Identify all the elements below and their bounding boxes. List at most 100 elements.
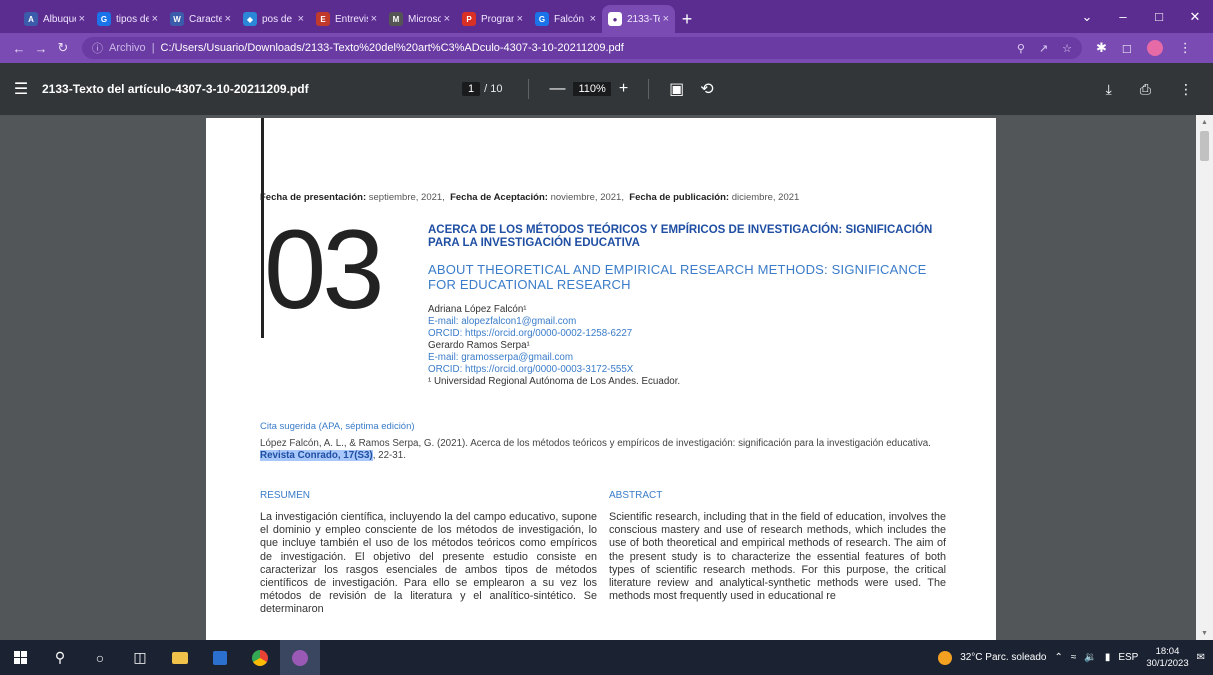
tab-favicon-icon: W — [170, 12, 184, 26]
share-icon[interactable]: ↗ — [1039, 42, 1048, 55]
tab-label: pos de — [262, 13, 293, 25]
tab-close-icon[interactable]: × — [663, 13, 669, 25]
tab-label: Falcón (20 — [554, 13, 587, 25]
browser-tab[interactable]: G Falcón (20× — [529, 5, 602, 33]
browser-tab[interactable]: M Microsoft× — [383, 5, 456, 33]
task-view-icon[interactable]: ◫ — [120, 640, 160, 675]
tab-close-icon[interactable]: × — [371, 13, 377, 25]
menu-icon[interactable]: ☰ — [0, 79, 42, 99]
scroll-down-arrow-icon[interactable]: ▼ — [1201, 630, 1208, 637]
author-email-link[interactable]: gramosserpa@gmail.com — [461, 352, 573, 363]
tray-chevron-icon[interactable]: ⌃ — [1054, 652, 1062, 663]
author-name: Adriana López Falcón¹ — [428, 304, 527, 315]
cortana-icon[interactable]: ○ — [80, 640, 120, 675]
zoom-icon[interactable]: ⚲ — [1017, 42, 1025, 55]
browser-tab[interactable]: P Programa× — [456, 5, 529, 33]
tab-close-icon[interactable]: × — [298, 13, 304, 25]
orcid-link[interactable]: https://orcid.org/0000-0003-3172-555X — [465, 364, 633, 375]
tab-close-icon[interactable]: × — [590, 13, 596, 25]
tab-close-icon[interactable]: × — [444, 13, 450, 25]
weather-sun-icon[interactable] — [938, 650, 953, 665]
zoom-in-button[interactable]: + — [619, 80, 628, 98]
tab-favicon-icon: P — [462, 12, 476, 26]
tab-label: 2133-Tex — [627, 13, 660, 25]
zoom-out-button[interactable]: — — [549, 80, 565, 98]
resumen-text: La investigación científica, incluyendo … — [260, 511, 597, 616]
fit-page-icon[interactable]: ▣ — [669, 79, 684, 99]
tab-favicon-icon: G — [97, 12, 111, 26]
resumen-heading: RESUMEN — [260, 490, 311, 501]
close-window-button[interactable]: ✕ — [1177, 9, 1213, 25]
volume-icon[interactable]: 🔉 — [1084, 652, 1096, 663]
browser-menu-icon[interactable]: ⋮ — [1179, 40, 1192, 56]
browser-tab[interactable]: Gtipos de × — [91, 5, 164, 33]
abstract-text: Scientific research, including that in t… — [609, 511, 946, 603]
vertical-scrollbar[interactable]: ▲ ▼ — [1196, 115, 1213, 640]
bookmark-star-icon[interactable]: ☆ — [1062, 42, 1072, 55]
citation-heading: Cita sugerida (APA, séptima edición) — [260, 421, 415, 432]
pdf-page: Fecha de presentación: septiembre, 2021,… — [206, 118, 996, 640]
search-icon[interactable]: ⚲ — [40, 640, 80, 675]
author-email-link[interactable]: alopezfalcon1@gmail.com — [461, 316, 576, 327]
more-options-icon[interactable]: ⋮ — [1179, 81, 1193, 98]
title-english: ABOUT THEORETICAL AND EMPIRICAL RESEARCH… — [428, 262, 927, 292]
back-arrow-icon[interactable]: ← — [8, 41, 30, 56]
scrollbar-thumb[interactable] — [1200, 131, 1209, 161]
browser-tab[interactable]: ● 2133-Tex× — [602, 5, 675, 33]
tab-close-icon[interactable]: × — [152, 13, 158, 25]
zoom-input[interactable]: 110% — [573, 82, 611, 96]
tab-label: Microsoft — [408, 13, 441, 25]
info-icon[interactable]: ⓘ — [92, 40, 103, 56]
language-indicator[interactable]: ESP — [1118, 652, 1138, 663]
battery-icon[interactable]: ▮ — [1105, 652, 1111, 663]
network-icon[interactable]: ≈ — [1071, 652, 1077, 663]
tab-search-icon[interactable]: ⌄ — [1069, 9, 1105, 25]
window-controls: ⌄ – □ ✕ — [1069, 0, 1213, 33]
tab-close-icon[interactable]: × — [79, 13, 85, 25]
browser-tab[interactable]: A Albuquerque× — [18, 5, 91, 33]
tab-label: Entrevista — [335, 13, 368, 25]
tab-close-icon[interactable]: × — [225, 13, 231, 25]
address-bar[interactable]: ⓘ Archivo | C:/Users/Usuario/Downloads/2… — [82, 37, 1082, 59]
new-tab-button[interactable]: + — [675, 5, 699, 33]
orcid-label: ORCID: — [428, 327, 463, 339]
browser-tab[interactable]: W Caracteri× — [164, 5, 237, 33]
orcid-label: ORCID: — [428, 363, 463, 375]
browser-tab[interactable]: E Entrevista× — [310, 5, 383, 33]
file-explorer-icon[interactable] — [160, 640, 200, 675]
tab-label: Albuquerque — [43, 13, 76, 25]
word-icon[interactable] — [200, 640, 240, 675]
chrome-icon[interactable] — [240, 640, 280, 675]
tab-close-icon[interactable]: × — [517, 13, 523, 25]
tab-label: tipos de — [116, 13, 149, 25]
address-toolbar: ← → ↻ ⓘ Archivo | C:/Users/Usuario/Downl… — [0, 33, 1213, 63]
app-icon[interactable] — [280, 640, 320, 675]
print-icon[interactable]: ⎙ — [1140, 81, 1151, 98]
page-number-input[interactable]: 1 — [462, 82, 481, 96]
forward-arrow-icon[interactable]: → — [30, 41, 52, 56]
tab-favicon-icon: G — [535, 12, 549, 26]
tab-favicon-icon: ● — [608, 12, 622, 26]
notifications-icon[interactable]: ✉ — [1197, 652, 1205, 663]
weather-text[interactable]: 32°C Parc. soleado — [960, 652, 1046, 663]
abstract-heading: ABSTRACT — [609, 490, 663, 501]
maximize-button[interactable]: □ — [1141, 9, 1177, 24]
browser-tab[interactable]: ◆ pos de × — [237, 5, 310, 33]
reload-icon[interactable]: ↻ — [52, 40, 74, 56]
clock[interactable]: 18:04 30/1/2023 — [1146, 646, 1188, 669]
extensions-icon[interactable]: ✱ — [1096, 40, 1107, 56]
windows-logo-icon — [13, 651, 27, 664]
pdf-viewer[interactable]: Fecha de presentación: septiembre, 2021,… — [0, 115, 1196, 640]
profile-avatar[interactable] — [1146, 40, 1163, 56]
rotate-icon[interactable]: ⟲ — [700, 79, 713, 99]
pdf-toolbar: ☰ 2133-Texto del artículo-4307-3-10-2021… — [0, 63, 1213, 115]
orcid-link[interactable]: https://orcid.org/0000-0002-1258-6227 — [465, 328, 632, 339]
start-button[interactable] — [0, 640, 40, 675]
scroll-up-arrow-icon[interactable]: ▲ — [1201, 119, 1208, 126]
scheme-separator: | — [151, 42, 155, 54]
sidepanel-icon[interactable]: □ — [1123, 41, 1131, 56]
minimize-button[interactable]: – — [1105, 9, 1141, 24]
citation-pages: , 22-31. — [372, 450, 406, 462]
url-text[interactable]: C:/Users/Usuario/Downloads/2133-Texto%20… — [161, 42, 624, 54]
download-icon[interactable]: ⤓ — [1106, 81, 1112, 98]
